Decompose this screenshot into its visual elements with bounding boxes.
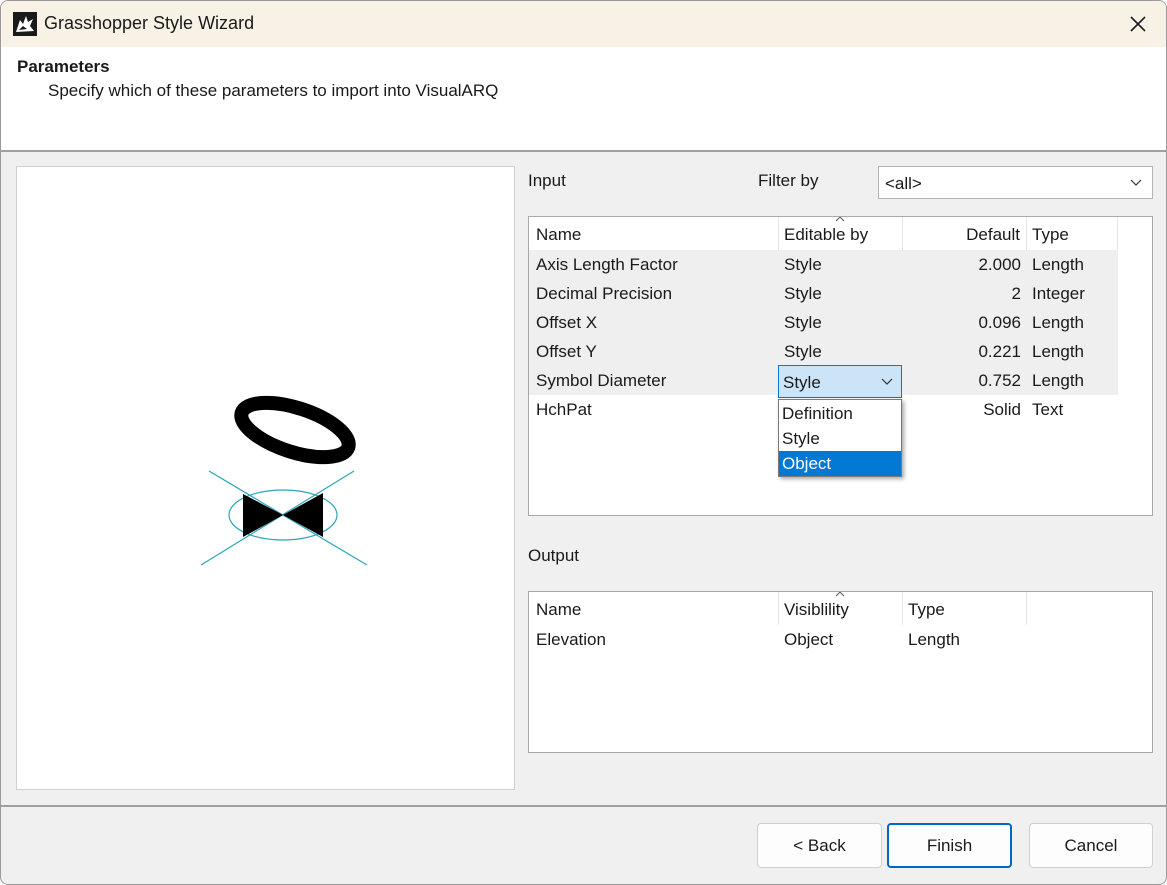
- page-title: Parameters: [17, 57, 110, 76]
- rhino-icon: [13, 12, 37, 36]
- filter-value: <all>: [885, 174, 922, 193]
- dropdown-option-definition[interactable]: Definition: [779, 401, 901, 426]
- close-icon: [1130, 16, 1146, 32]
- output-parameters-grid[interactable]: Name Visiblility Type Elevation Object L…: [528, 591, 1153, 753]
- output-label: Output: [528, 546, 580, 565]
- table-row[interactable]: Offset X Style 0.096 Length: [529, 308, 1118, 337]
- table-row[interactable]: Decimal Precision Style 2 Integer: [529, 279, 1118, 308]
- editable-by-combo[interactable]: Style: [778, 365, 902, 398]
- wizard-header: Parameters Specify which of these parame…: [1, 47, 1166, 151]
- column-header-name[interactable]: Name: [529, 592, 779, 625]
- column-header-visibility[interactable]: Visiblility: [779, 592, 903, 625]
- title-bar: Grasshopper Style Wizard: [1, 1, 1166, 47]
- table-row[interactable]: Elevation Object Length: [529, 625, 1152, 654]
- cancel-button[interactable]: Cancel: [1029, 823, 1153, 868]
- editable-by-dropdown: Definition Style Object: [778, 399, 902, 477]
- sort-caret-icon: [835, 592, 845, 597]
- dropdown-option-object[interactable]: Object: [779, 451, 901, 476]
- page-subtitle: Specify which of these parameters to imp…: [48, 81, 499, 100]
- column-header-default[interactable]: Default: [903, 217, 1027, 250]
- sort-caret-icon: [835, 217, 845, 222]
- filter-select[interactable]: <all>: [878, 166, 1153, 199]
- finish-button[interactable]: Finish: [887, 823, 1012, 868]
- input-parameters-grid[interactable]: Name Editable by Default Type Axis Lengt…: [528, 216, 1153, 516]
- footer-divider: [1, 805, 1166, 807]
- column-header-name[interactable]: Name: [529, 217, 779, 250]
- column-header-type[interactable]: Type: [903, 592, 1027, 625]
- symbol-preview: [16, 166, 515, 790]
- chevron-down-icon: [881, 378, 893, 385]
- column-header-type[interactable]: Type: [1027, 217, 1118, 250]
- dropdown-option-style[interactable]: Style: [779, 426, 901, 451]
- input-label: Input: [528, 171, 566, 190]
- valve-symbol-drawing: [200, 395, 368, 566]
- table-row[interactable]: Axis Length Factor Style 2.000 Length: [529, 250, 1118, 279]
- wizard-window: Grasshopper Style Wizard Parameters Spec…: [0, 0, 1167, 885]
- column-header-editable-by[interactable]: Editable by: [779, 217, 903, 250]
- filter-label: Filter by: [758, 171, 819, 190]
- header-divider: [1, 150, 1166, 152]
- chevron-down-icon: [1130, 179, 1142, 186]
- table-row[interactable]: Offset Y Style 0.221 Length: [529, 337, 1118, 366]
- back-button[interactable]: < Back: [757, 823, 882, 868]
- window-title: Grasshopper Style Wizard: [44, 13, 255, 33]
- close-button[interactable]: [1110, 1, 1166, 47]
